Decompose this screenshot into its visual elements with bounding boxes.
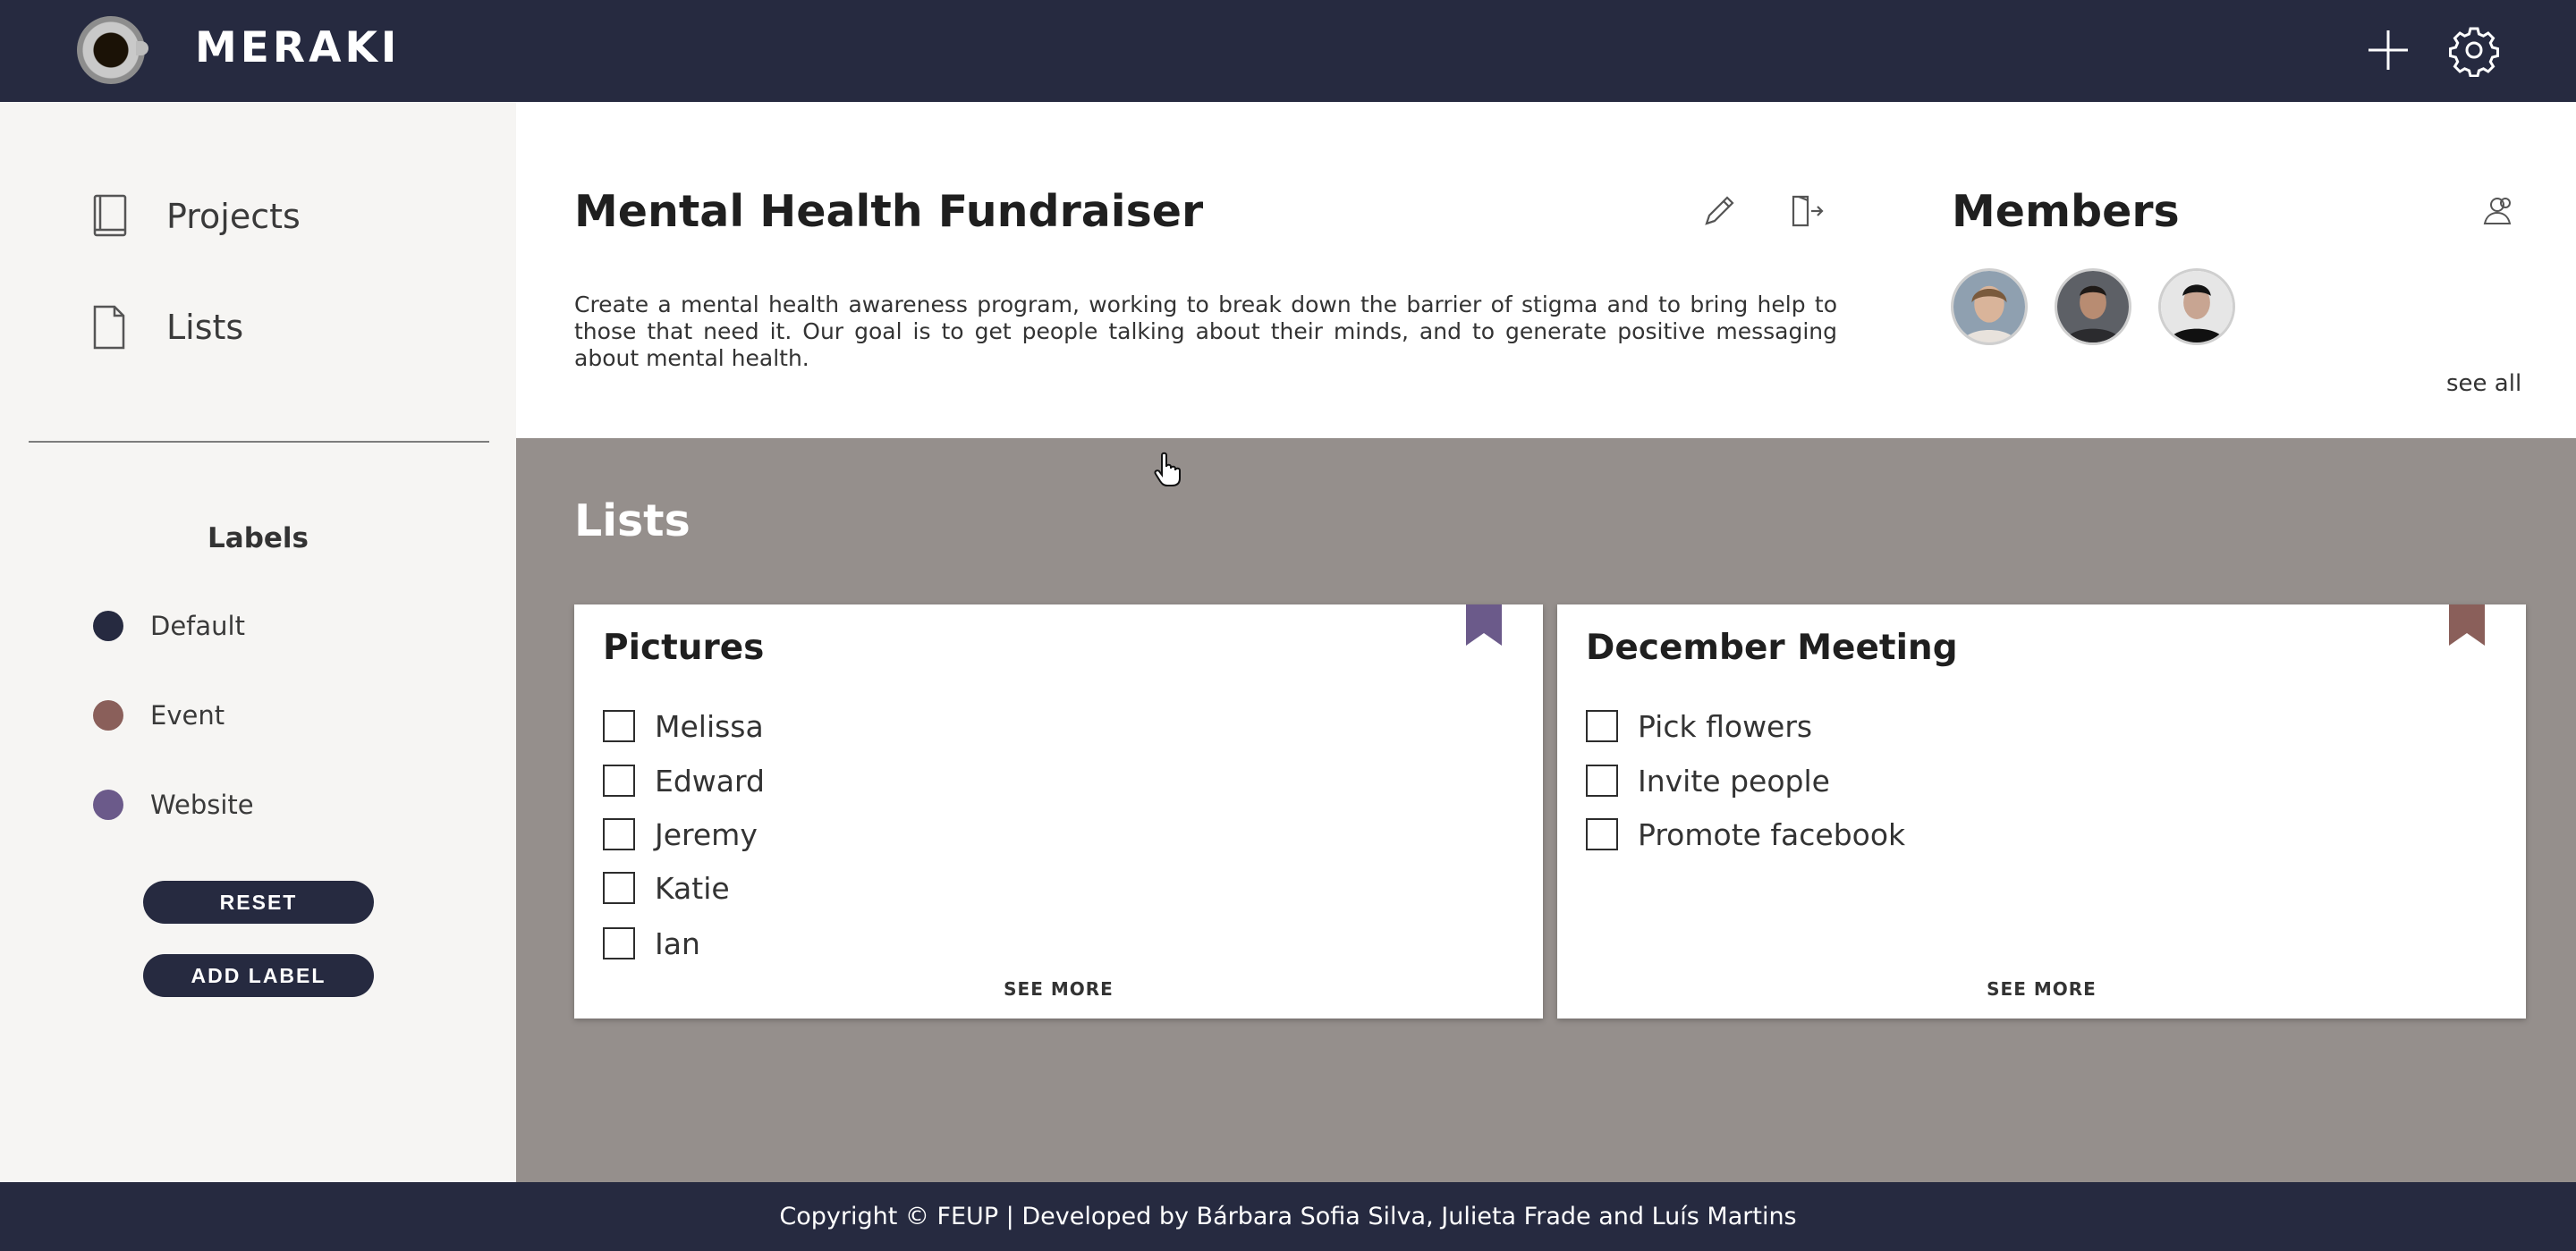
- list-item[interactable]: Katie: [603, 870, 730, 906]
- label-color-dot: [93, 611, 123, 641]
- list-item[interactable]: Ian: [603, 926, 700, 961]
- footer: Copyright © FEUP | Developed by Bárbara …: [0, 1182, 2576, 1251]
- list-item[interactable]: Pick flowers: [1586, 708, 1812, 744]
- list-item[interactable]: Edward: [603, 763, 765, 799]
- project-description: Create a mental health awareness program…: [574, 292, 1837, 371]
- sidebar-item-label: Lists: [166, 308, 244, 347]
- document-icon: [93, 305, 125, 350]
- task-label: Edward: [655, 763, 765, 799]
- label-item-event[interactable]: Event: [93, 697, 225, 733]
- task-checkbox[interactable]: [603, 927, 635, 959]
- see-more-button[interactable]: SEE MORE: [574, 978, 1543, 1000]
- pointer-hand-cursor-icon: [1154, 452, 1181, 486]
- brand-name[interactable]: MERAKI: [195, 23, 400, 72]
- bookmark-icon[interactable]: [1466, 604, 1502, 646]
- member-avatar-3[interactable]: [2158, 268, 2235, 345]
- see-more-button[interactable]: SEE MORE: [1557, 978, 2526, 1000]
- reset-button[interactable]: RESET: [143, 881, 374, 924]
- lists-heading: Lists: [574, 495, 691, 546]
- member-avatar-1[interactable]: [1951, 268, 2028, 345]
- sidebar-item-projects[interactable]: Projects: [89, 190, 465, 243]
- label-color-dot: [93, 790, 123, 820]
- label-color-dot: [93, 700, 123, 731]
- task-checkbox[interactable]: [603, 872, 635, 904]
- top-navbar: MERAKI: [0, 0, 2576, 102]
- labels-heading: Labels: [208, 522, 309, 554]
- list-item[interactable]: Jeremy: [603, 816, 758, 852]
- sidebar-divider: [29, 441, 489, 443]
- sidebar-item-lists[interactable]: Lists: [89, 300, 465, 354]
- gear-icon[interactable]: [2447, 23, 2501, 78]
- label-item-website[interactable]: Website: [93, 787, 254, 823]
- list-card-pictures[interactable]: Pictures Melissa Edward Jeremy Katie Ian…: [574, 604, 1543, 1019]
- member-avatar-2[interactable]: [2055, 268, 2131, 345]
- lists-section: Lists Pictures Melissa Edward Jeremy Kat…: [516, 438, 2576, 1182]
- task-checkbox[interactable]: [1586, 710, 1618, 742]
- label-item-default[interactable]: Default: [93, 608, 245, 644]
- task-label: Melissa: [655, 708, 764, 744]
- sidebar: Projects Lists Labels Default Event Webs…: [0, 102, 516, 1182]
- see-all-members-link[interactable]: see all: [2446, 370, 2521, 397]
- task-label: Jeremy: [655, 816, 758, 852]
- list-item[interactable]: Invite people: [1586, 763, 1830, 799]
- plus-icon[interactable]: [2361, 23, 2415, 77]
- task-label: Ian: [655, 926, 700, 961]
- coffee-cup-handle: [136, 41, 148, 55]
- task-checkbox[interactable]: [1586, 765, 1618, 797]
- coffee-cup-logo-icon[interactable]: [77, 16, 145, 84]
- task-checkbox[interactable]: [603, 710, 635, 742]
- list-card-title: Pictures: [603, 628, 765, 668]
- footer-copyright-text: Copyright © FEUP | Developed by Bárbara …: [779, 1203, 1797, 1230]
- leave-door-icon[interactable]: [1786, 191, 1826, 231]
- project-title: Mental Health Fundraiser: [574, 186, 1204, 237]
- task-label: Promote facebook: [1638, 816, 1906, 852]
- list-item[interactable]: Melissa: [603, 708, 764, 744]
- book-icon: [93, 194, 127, 237]
- task-label: Invite people: [1638, 763, 1830, 799]
- list-item[interactable]: Promote facebook: [1586, 816, 1905, 852]
- task-checkbox[interactable]: [1586, 818, 1618, 850]
- add-member-person-icon[interactable]: [2478, 191, 2517, 231]
- list-card-december-meeting[interactable]: December Meeting Pick flowers Invite peo…: [1557, 604, 2526, 1019]
- edit-pencil-icon[interactable]: [1699, 191, 1739, 231]
- project-header: Mental Health Fundraiser Create a mental…: [516, 102, 2576, 438]
- label-name: Default: [150, 611, 245, 641]
- task-checkbox[interactable]: [603, 818, 635, 850]
- task-checkbox[interactable]: [603, 765, 635, 797]
- add-label-button[interactable]: ADD LABEL: [143, 954, 374, 997]
- bookmark-icon[interactable]: [2449, 604, 2485, 646]
- task-label: Katie: [655, 870, 730, 906]
- members-heading: Members: [1952, 186, 2180, 237]
- list-card-title: December Meeting: [1586, 628, 1958, 668]
- label-name: Website: [150, 790, 254, 820]
- sidebar-item-label: Projects: [166, 197, 301, 236]
- task-label: Pick flowers: [1638, 708, 1813, 744]
- label-name: Event: [150, 700, 225, 731]
